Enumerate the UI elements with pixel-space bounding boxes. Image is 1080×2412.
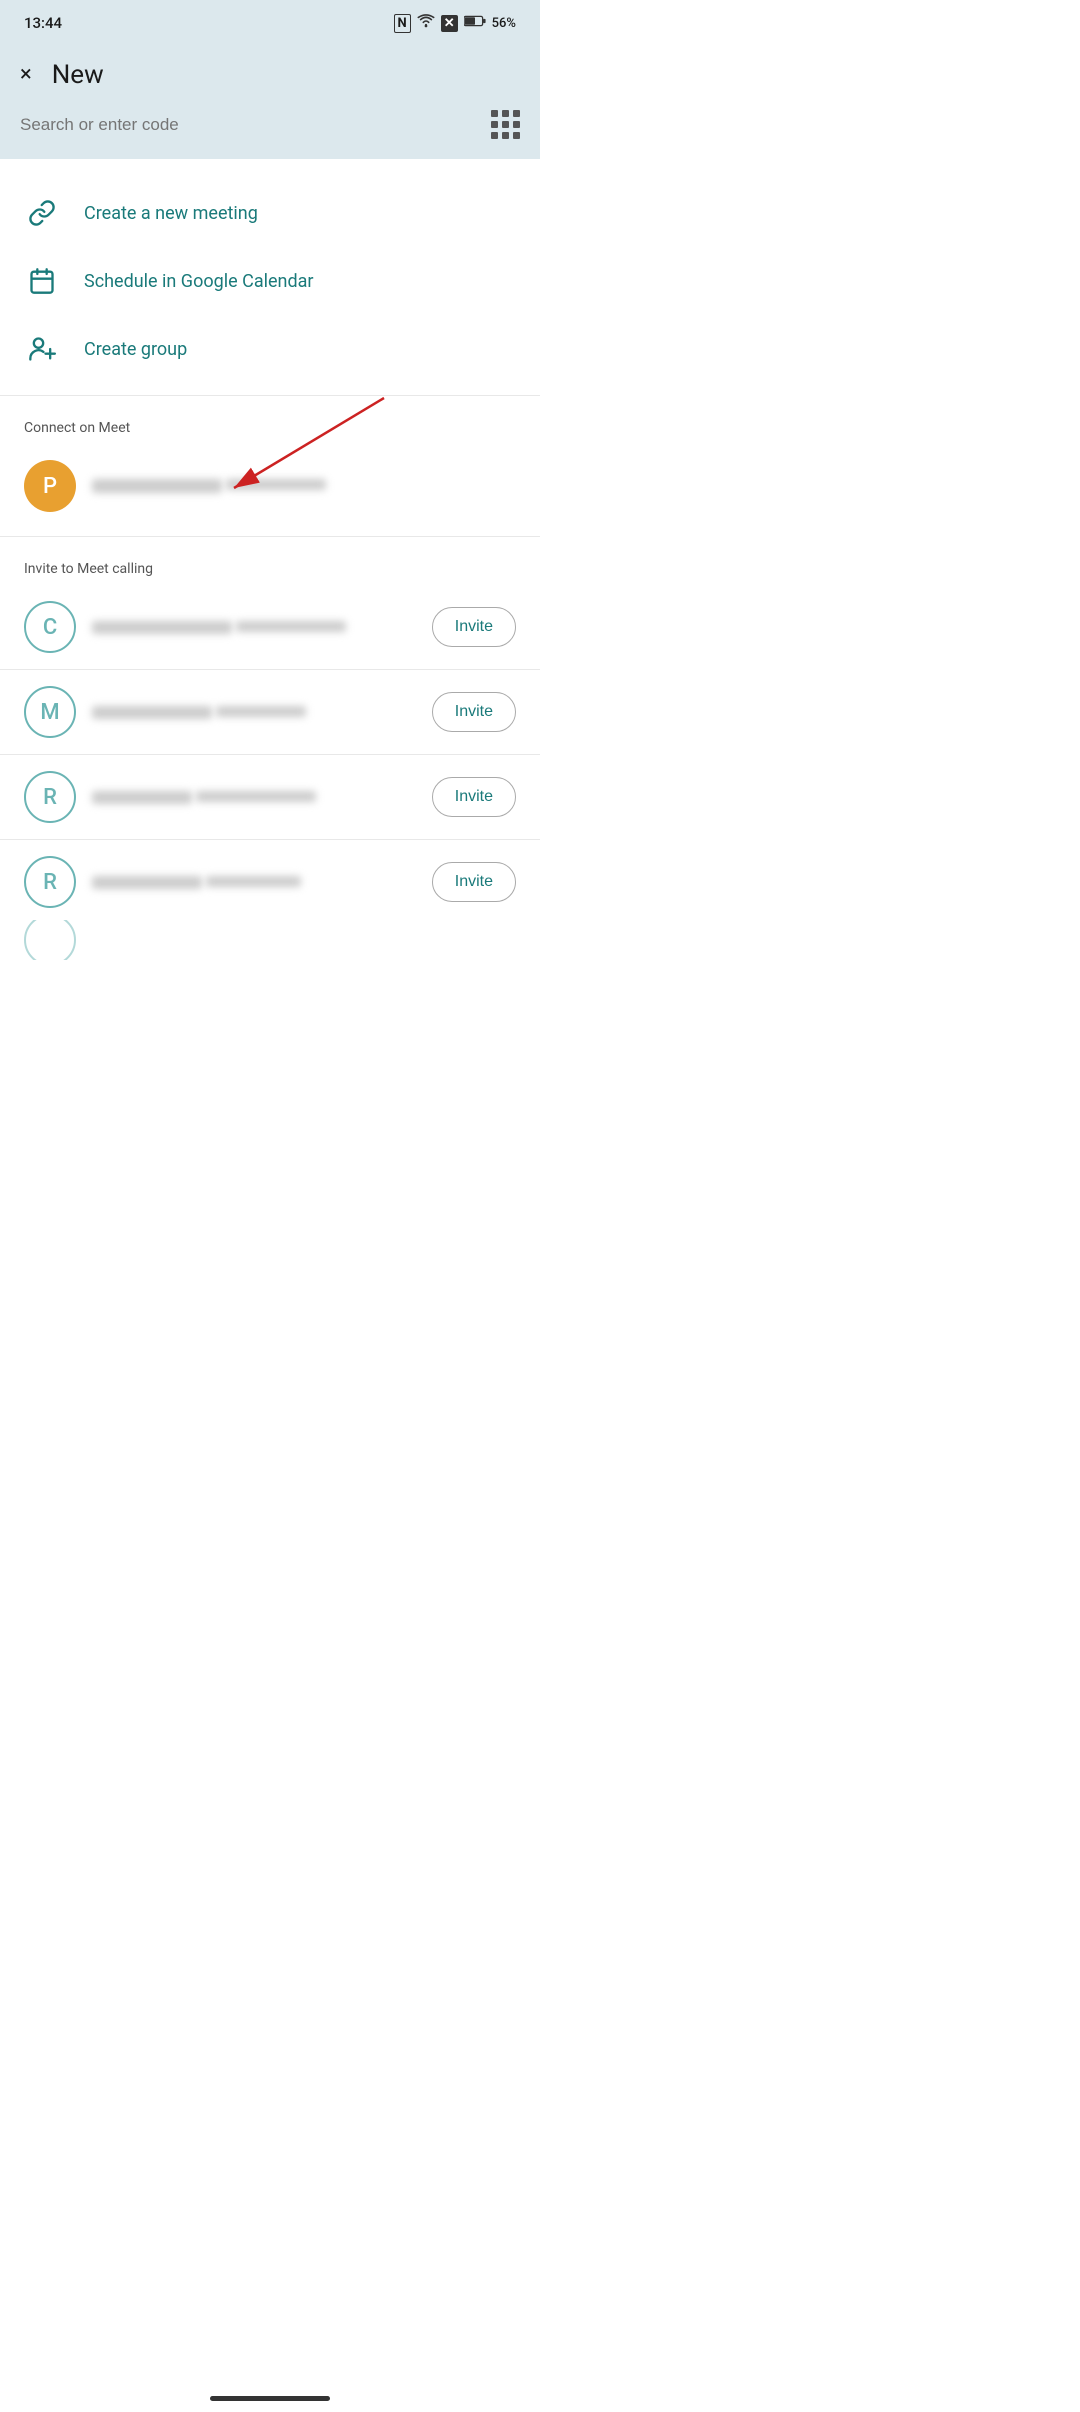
divider-4 xyxy=(0,754,540,755)
menu-label-create-group: Create group xyxy=(84,339,187,360)
menu-section: Create a new meeting Schedule in Google … xyxy=(0,159,540,391)
link-icon xyxy=(24,195,60,231)
connect-contact-sub xyxy=(226,479,326,490)
nav-bar xyxy=(0,2384,540,2412)
connect-on-meet-section: Connect on Meet P xyxy=(0,400,540,532)
invite-section-label: Invite to Meet calling xyxy=(0,541,540,589)
invite-contact-row-c[interactable]: C Invite xyxy=(0,589,540,665)
calendar-icon xyxy=(24,263,60,299)
home-indicator xyxy=(210,2396,330,2401)
invite-contact-info-r2 xyxy=(92,870,416,895)
avatar-r1: R xyxy=(24,771,76,823)
invite-contact-sub-r2 xyxy=(206,876,301,887)
grid-menu-icon[interactable] xyxy=(491,110,520,139)
connect-contact-row[interactable]: P xyxy=(24,448,516,524)
avatar-m: M xyxy=(24,686,76,738)
invite-contact-sub-r1 xyxy=(196,791,316,802)
battery-icon xyxy=(464,15,486,31)
avatar-c: C xyxy=(24,601,76,653)
divider-3 xyxy=(0,669,540,670)
page-title: New xyxy=(52,60,104,90)
invite-contact-name-m xyxy=(92,706,212,719)
avatar-r2: R xyxy=(24,856,76,908)
invite-contact-name-r1 xyxy=(92,791,192,804)
divider-5 xyxy=(0,839,540,840)
menu-label-new-meeting: Create a new meeting xyxy=(84,203,258,224)
status-bar: 13:44 N ✕ 56% xyxy=(0,0,540,44)
search-bar xyxy=(0,110,540,159)
menu-item-create-group[interactable]: Create group xyxy=(0,315,540,383)
menu-item-schedule-calendar[interactable]: Schedule in Google Calendar xyxy=(0,247,540,315)
invite-contact-name-r2 xyxy=(92,876,202,889)
invite-contact-sub-m xyxy=(216,706,306,717)
battery-percent: 56% xyxy=(492,16,516,31)
mute-icon: ✕ xyxy=(441,15,458,32)
menu-item-new-meeting[interactable]: Create a new meeting xyxy=(0,179,540,247)
group-add-icon xyxy=(24,331,60,367)
avatar-partial xyxy=(24,920,76,960)
invite-contact-row-r1[interactable]: R Invite xyxy=(0,759,540,835)
close-button[interactable]: × xyxy=(20,64,32,86)
search-input-wrapper[interactable] xyxy=(20,115,491,135)
connect-contact-info xyxy=(92,473,516,499)
invite-button-c[interactable]: Invite xyxy=(432,607,516,647)
invite-contact-name-c xyxy=(92,621,232,634)
avatar-p: P xyxy=(24,460,76,512)
main-content: Create a new meeting Schedule in Google … xyxy=(0,159,540,960)
wifi-icon xyxy=(417,14,435,32)
header: × New xyxy=(0,44,540,110)
status-time: 13:44 xyxy=(24,14,62,32)
invite-contact-info-m xyxy=(92,700,416,725)
invite-section: Invite to Meet calling C Invite M Invite xyxy=(0,541,540,960)
invite-button-m[interactable]: Invite xyxy=(432,692,516,732)
invite-contact-row-m[interactable]: M Invite xyxy=(0,674,540,750)
divider xyxy=(0,395,540,396)
invite-button-r1[interactable]: Invite xyxy=(432,777,516,817)
nfc-icon: N xyxy=(394,14,411,33)
status-icons: N ✕ 56% xyxy=(394,14,516,33)
invite-contact-sub-c xyxy=(236,621,346,632)
invite-button-r2[interactable]: Invite xyxy=(432,862,516,902)
connect-on-meet-label: Connect on Meet xyxy=(0,400,540,448)
connect-contact-name xyxy=(92,479,222,493)
menu-label-schedule-calendar: Schedule in Google Calendar xyxy=(84,271,314,292)
invite-contact-row-partial[interactable] xyxy=(0,920,540,960)
invite-contact-row-r2[interactable]: R Invite xyxy=(0,844,540,920)
invite-contact-info-c xyxy=(92,615,416,640)
invite-contact-info-r1 xyxy=(92,785,416,810)
divider-2 xyxy=(0,536,540,537)
search-input[interactable] xyxy=(20,115,491,135)
